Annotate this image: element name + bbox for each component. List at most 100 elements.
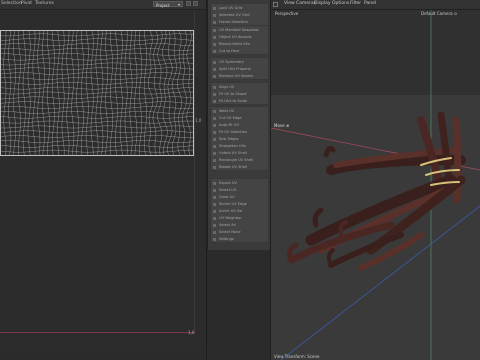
- tool-group: Lock UV Grid Selected UV Grid Frame Select…: [210, 3, 269, 26]
- uv-axis-line: [0, 332, 195, 333]
- tool-icon: [213, 145, 216, 148]
- tool-icon: [213, 131, 216, 134]
- uv-wireframe-grid[interactable]: [0, 30, 194, 156]
- tool-icon: [213, 238, 216, 241]
- menu-options[interactable]: Options: [332, 1, 349, 6]
- viewport-menu-icon[interactable]: [273, 2, 278, 7]
- viewport-scene: [271, 10, 480, 360]
- tool-icon: [213, 100, 216, 103]
- uv-grid-line: [90, 30, 94, 156]
- uv-grid-line: [0, 62, 194, 66]
- menu-pivot[interactable]: Pivot: [21, 1, 32, 6]
- tool-label: Align UV: [219, 85, 235, 89]
- tool-label: Lock UV Grid: [219, 6, 243, 10]
- menu-display[interactable]: Display: [314, 1, 331, 6]
- camera-label: Default Camera ⊙: [421, 11, 458, 16]
- uv-grid-line: [3, 30, 7, 156]
- uv-editor-menubar: Selection Pivot Textures Project ▾: [0, 0, 206, 10]
- tool-button[interactable]: UV Symmetry: [211, 59, 270, 66]
- tool-button[interactable]: Rotate UV Shell: [211, 164, 270, 171]
- tool-icon: [213, 117, 216, 120]
- tool-button[interactable]: UV Neighbor: [211, 215, 270, 222]
- uv-tool-panel: Lock UV Grid Selected UV Grid Frame Select…: [207, 0, 271, 250]
- uv-grid-line: [0, 72, 194, 75]
- tool-label: Select All: [219, 223, 236, 227]
- menu-selection[interactable]: Selection: [1, 1, 22, 6]
- uv-grid-line: [0, 106, 194, 109]
- tool-button[interactable]: Sew Edges: [211, 136, 270, 143]
- tool-button[interactable]: Fit UVs to Scale: [211, 98, 270, 105]
- tool-icon: [213, 75, 216, 78]
- tool-button[interactable]: Select All: [211, 222, 270, 229]
- tool-icon: [213, 138, 216, 141]
- tool-button[interactable]: Weld UV: [211, 108, 270, 115]
- tool-button[interactable]: Align UV: [211, 84, 270, 91]
- tool-group: Align UV Fit UV to Shape Fit UVs to Scale: [210, 82, 269, 105]
- tool-button[interactable]: Invert UV Sel: [211, 208, 270, 215]
- uv-grid-line: [0, 135, 194, 138]
- uv-grid-line: [186, 30, 192, 156]
- uv-grid-line: [119, 30, 123, 156]
- tool-icon: [213, 43, 216, 46]
- uv-grid-line: [0, 57, 194, 61]
- tool-button[interactable]: Select UV: [211, 187, 270, 194]
- uv-space-value: Project: [156, 3, 170, 8]
- tool-label: Straighten UVs: [219, 144, 246, 148]
- uv-grid-line: [0, 111, 194, 114]
- tool-button[interactable]: Fit UV to Shape: [211, 91, 270, 98]
- tool-label: Cut to Face: [219, 49, 240, 53]
- tool-label: Remove UV Seams: [219, 74, 254, 78]
- 3d-viewport[interactable]: Perspective Default Camera ⊙ Move ⊕ View…: [271, 10, 480, 360]
- tool-icon: [213, 196, 216, 199]
- tool-button[interactable]: Unfold UV Shell: [211, 150, 270, 157]
- tool-button[interactable]: Grow UV: [211, 194, 270, 201]
- tool-button[interactable]: UV Manifold Snapshot: [211, 27, 270, 34]
- tool-button[interactable]: Split UVs Properly: [211, 66, 270, 73]
- tool-label: Settings: [219, 237, 234, 241]
- uv-grid-line: [0, 67, 194, 71]
- uv-grid-line: [32, 30, 36, 156]
- settings-icon[interactable]: [193, 1, 198, 6]
- uv-grid-line: [0, 38, 194, 41]
- viewport-menubar: View Cameras Display Options Filter Pane…: [271, 0, 480, 10]
- menu-panel[interactable]: Panel: [364, 1, 376, 6]
- tool-button[interactable]: Cut to Face: [211, 48, 270, 55]
- tool-button[interactable]: Lock UV Grid: [211, 5, 270, 12]
- tool-label: Fit UV Selection: [219, 130, 248, 134]
- tool-icon: [213, 68, 216, 71]
- tool-label: UV Symmetry: [219, 60, 244, 64]
- tool-icon: [213, 210, 216, 213]
- menu-cameras[interactable]: Cameras: [296, 1, 316, 6]
- uv-grid-line: [181, 30, 188, 156]
- menu-view[interactable]: View: [284, 1, 295, 6]
- tool-group: UV Symmetry Split UVs Properly Remove UV S…: [210, 57, 269, 80]
- tool-button[interactable]: Rectangle UV Shell: [211, 157, 270, 164]
- tool-button[interactable]: Relax/Unfold UVs: [211, 41, 270, 48]
- tool-label: Invert UV Sel: [219, 209, 243, 213]
- tool-button[interactable]: Cut UV Edge: [211, 115, 270, 122]
- tool-button[interactable]: Auto Fit UV: [211, 122, 270, 129]
- tool-button[interactable]: Fit UV Selection: [211, 129, 270, 136]
- vanilla-bean-model: [286, 111, 466, 271]
- menu-filter[interactable]: Filter: [350, 1, 361, 6]
- tool-button[interactable]: Object UV Bounds: [211, 34, 270, 41]
- tool-label: Rotate UV Shell: [219, 165, 247, 169]
- uv-grid-line: [47, 30, 50, 156]
- tool-label: Split UVs Properly: [219, 67, 252, 71]
- pin-icon[interactable]: [186, 1, 191, 6]
- tool-button[interactable]: Settings: [211, 236, 270, 243]
- tool-button[interactable]: Export UV: [211, 180, 270, 187]
- tool-icon: [213, 14, 216, 17]
- tool-button[interactable]: Selected UV Grid: [211, 12, 270, 19]
- tool-group: UV Manifold Snapshot Object UV Bounds Rela…: [210, 25, 269, 55]
- tool-button[interactable]: Shrink UV Edge: [211, 201, 270, 208]
- tool-group: Export UV Select UV Grow UV Shrink UV Edge I…: [210, 178, 269, 243]
- view-transform-status: View Transform: Scene: [274, 354, 320, 359]
- tool-icon: [213, 217, 216, 220]
- tool-button[interactable]: Select None: [211, 229, 270, 236]
- menu-textures[interactable]: Textures: [35, 1, 54, 6]
- uv-space-dropdown[interactable]: Project ▾: [153, 1, 183, 8]
- tool-label: UV Neighbor: [219, 216, 242, 220]
- tool-button[interactable]: Straighten UVs: [211, 143, 270, 150]
- tool-button[interactable]: Remove UV Seams: [211, 73, 270, 80]
